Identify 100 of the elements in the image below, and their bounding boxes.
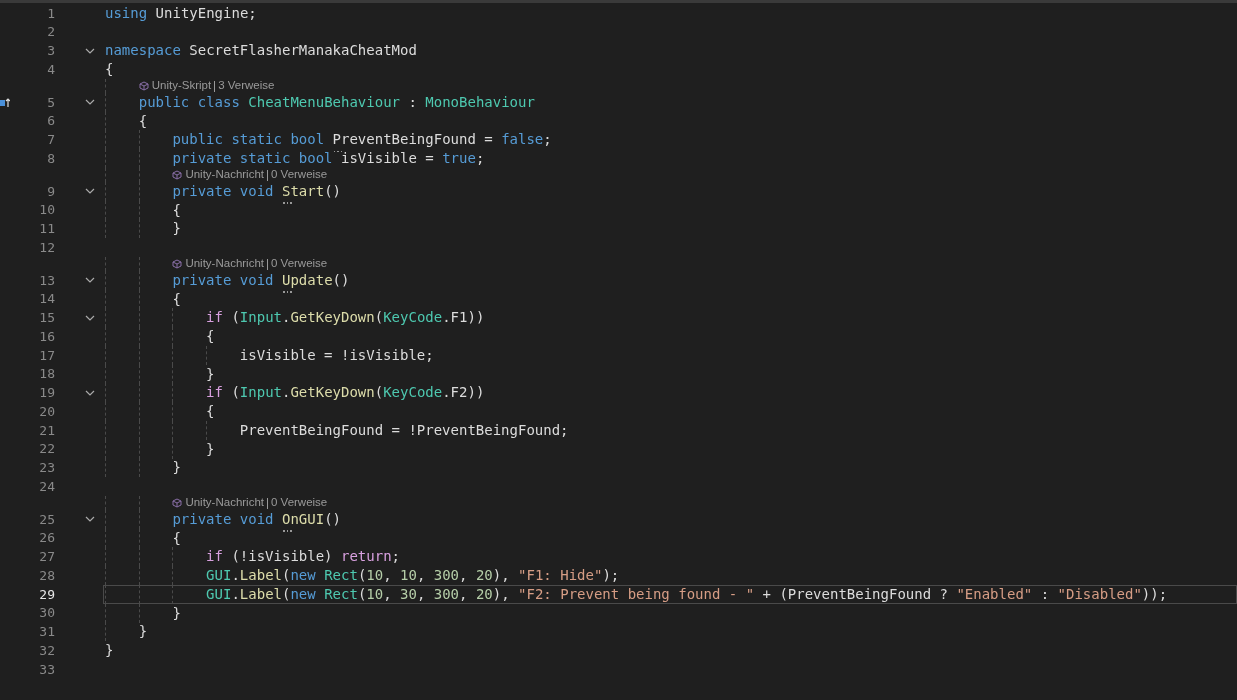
keyword-token: public class (138, 92, 240, 112)
line-number: 14 (38, 290, 55, 309)
code-token: : (1040, 584, 1051, 604)
number-literal-token: 30 (400, 584, 417, 604)
code-token: .F2)) (442, 383, 485, 403)
code-token: ; (543, 130, 552, 150)
code-token: } (206, 439, 215, 459)
keyword-token: private void (172, 270, 274, 290)
type-name-token: KeyCode (383, 383, 443, 403)
line-number: 31 (38, 623, 55, 642)
code-token: (!isVisible) (231, 547, 334, 567)
code-token: } (172, 603, 181, 623)
type-name-token: KeyCode (383, 308, 443, 328)
code-token: } (206, 364, 215, 384)
type-name-token: Input (239, 308, 282, 328)
code-token: ( (357, 566, 367, 586)
code-token: ), (492, 566, 511, 586)
type-name-token: Input (239, 383, 282, 403)
code-token: , (459, 566, 469, 586)
fold-chevron-icon[interactable] (85, 47, 95, 54)
line-number: 2 (46, 23, 55, 42)
method-name-token: Label (239, 566, 282, 586)
string-literal-token: "F1: Hide" (518, 566, 603, 586)
code-token: () (324, 509, 341, 529)
code-token: { (206, 327, 215, 347)
number-literal-token: 10 (366, 584, 384, 604)
method-name-token: Label (239, 584, 282, 604)
code-token: . (282, 308, 291, 328)
code-token: SecretFlasherManakaCheatMod (189, 41, 417, 61)
codelens-label[interactable]: Unity-Skript (151, 77, 212, 95)
code-token: ( (231, 308, 240, 328)
string-literal-token: "F2: Prevent being found - " (518, 584, 755, 604)
keyword-token: false (501, 130, 544, 150)
line-number: 29 (38, 585, 55, 604)
code-token: { (172, 289, 181, 309)
number-literal-token: 20 (475, 566, 493, 586)
codelens-label[interactable]: Unity-Nachricht (185, 494, 264, 512)
line-number: 15 (38, 309, 55, 328)
cube-icon (172, 259, 183, 269)
code-token: { (206, 402, 215, 422)
codelens-references[interactable]: 3 Verweise (218, 77, 275, 95)
fold-chevron-icon[interactable] (85, 516, 95, 523)
arrow-up-icon[interactable] (0, 96, 10, 108)
line-number: 19 (38, 384, 55, 403)
cube-icon (172, 170, 183, 180)
code-token: . (231, 566, 240, 586)
string-literal-token: "Enabled" (956, 584, 1033, 604)
codelens-label[interactable]: Unity-Nachricht (185, 255, 264, 273)
code-token: + (PreventBeingFound ? (762, 584, 949, 604)
code-token: )); (1141, 584, 1168, 604)
fold-chevron-icon[interactable] (85, 99, 95, 106)
type-name-token: CheatMenuBehaviour (248, 92, 400, 112)
code-token: .F1)) (442, 308, 485, 328)
string-literal-token: "Disabled" (1057, 584, 1142, 604)
code-token: ; (391, 547, 400, 567)
fold-chevron-icon[interactable] (85, 314, 95, 321)
keyword-token: private static bool (172, 149, 333, 169)
code-token: ), (492, 584, 511, 604)
code-token: ( (374, 308, 384, 328)
cube-icon (138, 81, 149, 91)
fold-chevron-icon[interactable] (85, 277, 95, 284)
keyword-token: public static bool (172, 130, 325, 150)
codelens-label[interactable]: Unity-Nachricht (185, 166, 264, 184)
code-token: { (172, 200, 181, 220)
line-number: 12 (38, 238, 55, 257)
type-name-token: MonoBehaviour (425, 92, 535, 112)
code-token: PreventBeingFound (332, 129, 476, 151)
code-token: , (383, 566, 393, 586)
number-literal-token: 300 (433, 566, 460, 586)
line-number: 21 (38, 421, 55, 440)
type-name-token: GUI (206, 566, 232, 586)
number-literal-token: 10 (366, 566, 384, 586)
type-name-token: GUI (206, 584, 232, 604)
code-token: } (138, 622, 148, 642)
method-name-token: GetKeyDown (290, 383, 375, 403)
code-token: , (416, 566, 427, 586)
line-number: 18 (38, 365, 55, 384)
keyword-token: private void (172, 181, 274, 201)
line-number: 22 (38, 440, 55, 459)
code-token: = (484, 130, 494, 150)
type-name-token: Rect (324, 566, 358, 586)
code-token: { (138, 111, 148, 131)
keyword-token: new (290, 584, 316, 604)
line-number: 5 (46, 93, 55, 112)
code-token: { (172, 528, 181, 548)
code-token: isVisible = (341, 149, 435, 169)
line-number: 28 (38, 566, 55, 585)
code-token: } (172, 458, 181, 478)
line-number: 3 (46, 42, 55, 61)
keyword-token: true (442, 149, 476, 169)
code-token: ; (475, 149, 485, 169)
code-token: () (324, 181, 341, 201)
fold-chevron-icon[interactable] (85, 389, 95, 396)
code-token: , (416, 584, 427, 604)
line-number: 25 (38, 510, 55, 529)
code-token: { (105, 60, 114, 80)
code-token: ( (282, 584, 291, 604)
fold-chevron-icon[interactable] (85, 188, 95, 195)
line-number: 4 (46, 60, 55, 79)
line-number: 6 (46, 112, 55, 131)
